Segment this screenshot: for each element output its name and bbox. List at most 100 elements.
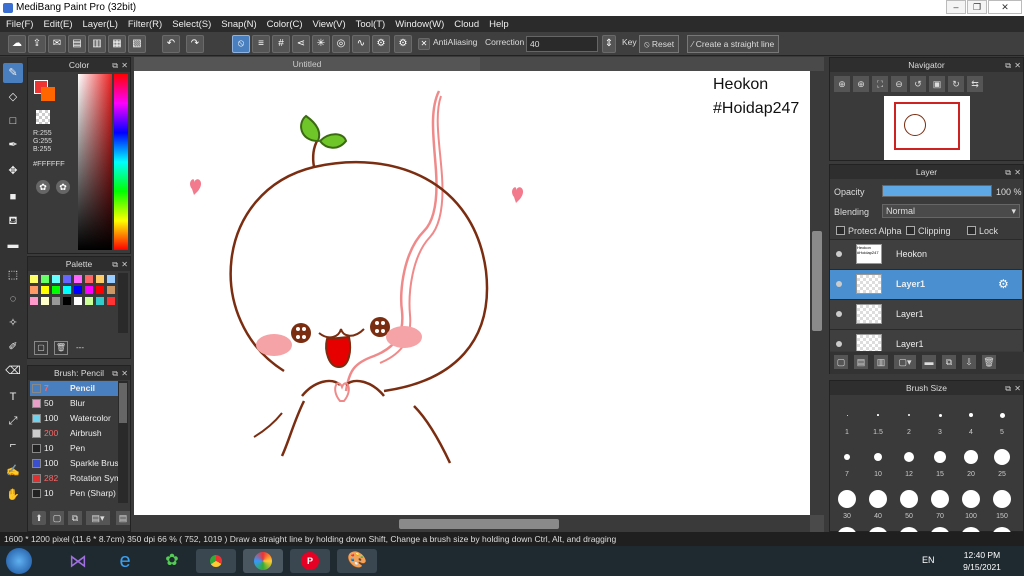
grid-icon[interactable]: ▧ — [128, 35, 146, 53]
redo-icon[interactable]: ↷ — [186, 35, 204, 53]
new-layer-icon[interactable]: ▢ — [834, 355, 848, 369]
maximize-button[interactable]: ❐ — [967, 0, 987, 14]
palette-swatch[interactable] — [30, 286, 38, 294]
palette-swatch[interactable] — [107, 297, 115, 305]
start-button[interactable] — [6, 548, 32, 574]
visibility-eye-icon[interactable] — [836, 341, 842, 347]
new-folder-layer-icon[interactable]: ▥ — [874, 355, 888, 369]
palette-swatch[interactable] — [52, 286, 60, 294]
canvas-vertical-scrollbar[interactable] — [810, 71, 824, 515]
antialias-checkbox[interactable]: ✕ — [418, 38, 430, 50]
circle-snap-icon[interactable]: ◎ — [332, 35, 350, 53]
visual-studio-icon[interactable]: ⋈ — [58, 549, 98, 573]
palette-swatch[interactable] — [74, 286, 82, 294]
pinterest-icon[interactable]: P — [290, 549, 330, 573]
menu-item[interactable]: Snap(N) — [221, 19, 256, 30]
blending-select[interactable]: Normal ▾ — [882, 204, 1020, 218]
palette-swatch[interactable] — [63, 275, 71, 283]
palette-swatch[interactable] — [30, 297, 38, 305]
clock[interactable]: 12:40 PM 9/15/2021 — [956, 549, 1008, 573]
snap-off-icon[interactable]: ⦸ — [232, 35, 250, 53]
delete-layer-icon[interactable]: 🗑 — [982, 355, 996, 369]
brush-item[interactable]: 10 Pen (Sharp) — [30, 486, 118, 501]
brush-item[interactable]: 282 Rotation Symmetry — [30, 471, 118, 486]
text-tool-icon[interactable]: T — [3, 387, 23, 407]
select-rect-icon[interactable]: ⬚ — [3, 265, 23, 285]
menu-item[interactable]: File(F) — [6, 19, 33, 30]
paint-icon[interactable]: 🎨 — [337, 549, 377, 573]
brush-scrollbar[interactable] — [118, 381, 128, 503]
transparent-color-swatch[interactable] — [36, 110, 50, 124]
palette-swatch[interactable] — [107, 275, 115, 283]
brush-size-cell[interactable]: 5 — [987, 401, 1017, 439]
actual-size-icon[interactable]: ▣ — [929, 76, 945, 92]
brush-size-cell[interactable]: 100 — [956, 485, 986, 523]
layer-row[interactable]: Heokon #Hoidap247 Heokon — [830, 239, 1022, 269]
flip-icon[interactable]: ⇆ — [967, 76, 983, 92]
undo-icon[interactable]: ↶ — [162, 35, 180, 53]
eraser-tool-icon[interactable]: ◇ — [3, 87, 23, 107]
new-brush-icon[interactable]: ▢ — [50, 511, 64, 525]
brush-size-cell[interactable]: 50 — [894, 485, 924, 523]
brush-size-cell[interactable]: 3 — [925, 401, 955, 439]
palette-swatch[interactable] — [63, 297, 71, 305]
pen-tool-icon[interactable]: ✒ — [3, 135, 23, 155]
brush-size-cell[interactable]: 1.5 — [863, 401, 893, 439]
cross-snap-icon[interactable]: # — [272, 35, 290, 53]
brush-item[interactable]: 10 Pen — [30, 441, 118, 456]
document-icon[interactable]: ▥ — [88, 35, 106, 53]
rotate-left-icon[interactable]: ↺ — [910, 76, 926, 92]
medibang-taskbar-icon[interactable] — [243, 549, 283, 573]
opacity-slider[interactable] — [882, 185, 992, 197]
curve-snap-icon[interactable]: ∿ — [352, 35, 370, 53]
primary-color-swatch[interactable] — [41, 87, 55, 101]
brush-size-cell[interactable]: 40 — [863, 485, 893, 523]
copy-brush-icon[interactable]: ⧉ — [68, 511, 82, 525]
vanishing-snap-icon[interactable]: ⋖ — [292, 35, 310, 53]
brush-item[interactable]: 100 Sparkle Brush — [30, 456, 118, 471]
palette-swatch[interactable] — [63, 286, 71, 294]
color-wheel-icon[interactable]: ✿ — [36, 180, 50, 194]
palette-swatch[interactable] — [74, 297, 82, 305]
delete-palette-icon[interactable]: 🗑 — [54, 341, 68, 355]
brush-size-cell[interactable]: 7 — [832, 443, 862, 481]
eyedropper-icon[interactable]: ⌐ — [3, 435, 23, 455]
fill-rect-tool-icon[interactable]: ■ — [3, 187, 23, 207]
palette-swatch[interactable] — [96, 286, 104, 294]
zoom-icon[interactable]: ⊕ — [834, 76, 850, 92]
layer-row[interactable]: Layer1 — [830, 329, 1022, 351]
brush-item[interactable]: 100 Watercolor — [30, 411, 118, 426]
navigator-thumbnail[interactable] — [884, 96, 970, 160]
brush-size-cell[interactable]: 10 — [863, 443, 893, 481]
brush-item[interactable]: 200 Airbrush — [30, 426, 118, 441]
zoom-out-icon[interactable]: ⊖ — [891, 76, 907, 92]
merge-layer-icon[interactable]: ⇩ — [962, 355, 976, 369]
canvas-horizontal-scrollbar[interactable] — [134, 515, 810, 532]
visibility-eye-icon[interactable] — [836, 281, 842, 287]
visibility-eye-icon[interactable] — [836, 311, 842, 317]
brush-size-cell[interactable]: 20 — [956, 443, 986, 481]
operation-tool-icon[interactable]: ⤢ — [3, 411, 23, 431]
palette-swatch[interactable] — [52, 275, 60, 283]
menu-item[interactable]: Cloud — [454, 19, 479, 30]
hue-slider[interactable] — [114, 74, 128, 250]
menu-item[interactable]: Edit(E) — [43, 19, 72, 30]
language-indicator[interactable]: EN — [922, 555, 935, 565]
drawing-canvas[interactable]: Heokon #Hoidap247 — [134, 71, 810, 515]
palette-swatch[interactable] — [85, 297, 93, 305]
straight-line-button[interactable]: ⁄ Create a straight line — [687, 35, 780, 53]
layer-row[interactable]: Layer1 — [830, 299, 1022, 329]
layer-settings-gear-icon[interactable]: ⚙ — [998, 277, 1009, 291]
brush-menu-icon[interactable]: ▤▾ — [86, 511, 110, 525]
layers-icon[interactable]: ▦ — [108, 35, 126, 53]
gear-icon[interactable]: ⚙ — [394, 35, 412, 53]
brush-size-cell[interactable]: 2 — [894, 401, 924, 439]
palette-swatch[interactable] — [41, 297, 49, 305]
clipping-checkbox[interactable] — [906, 226, 915, 235]
brush-size-cell[interactable]: 150 — [987, 485, 1017, 523]
palette-swatch[interactable] — [107, 286, 115, 294]
comment-icon[interactable]: ✉ — [48, 35, 66, 53]
add-layer-menu-icon[interactable]: ▢▾ — [894, 355, 916, 369]
share-icon[interactable]: ⇪ — [28, 35, 46, 53]
select-eraser-icon[interactable]: ⌫ — [3, 361, 23, 381]
